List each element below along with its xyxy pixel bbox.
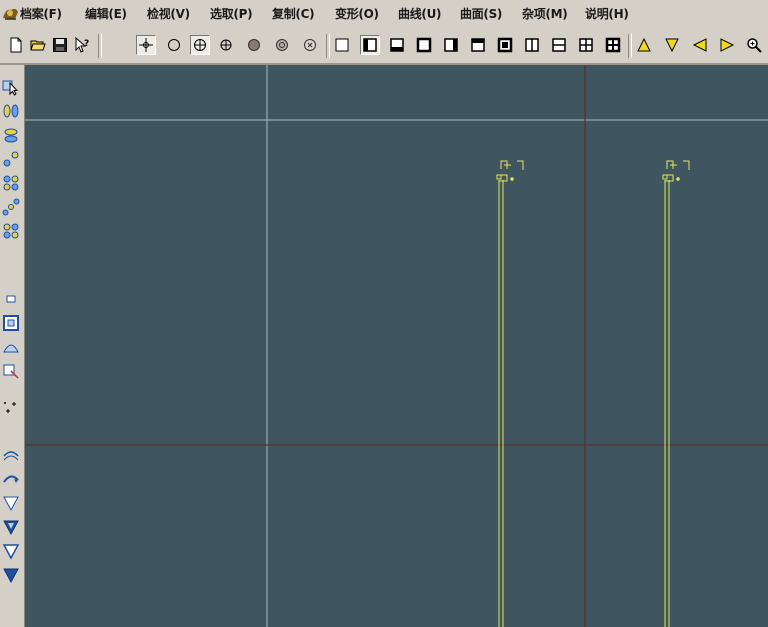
triangle-solid-icon[interactable] — [1, 565, 21, 585]
menu-select[interactable]: 选取(P) — [210, 7, 253, 22]
help-pointer-icon[interactable]: ? — [72, 35, 92, 55]
quad-view-bold-icon[interactable] — [603, 35, 623, 55]
arrow-right-icon[interactable] — [717, 35, 737, 55]
view-back-icon[interactable] — [495, 35, 515, 55]
svg-text:?: ? — [84, 39, 89, 49]
open-folder-icon[interactable] — [28, 35, 48, 55]
view-top-icon[interactable] — [468, 35, 488, 55]
filled-dot-icon[interactable] — [244, 35, 264, 55]
view-right-icon[interactable] — [441, 35, 461, 55]
toolbar-separator — [628, 34, 632, 58]
point-cloud-icon[interactable] — [1, 397, 21, 417]
grid-snap-icon[interactable] — [216, 35, 236, 55]
quad-view-icon[interactable] — [576, 35, 596, 55]
main-toolbar: ? — [0, 30, 768, 65]
modeling-viewport[interactable] — [25, 65, 768, 627]
circle-snap-icon[interactable] — [164, 35, 184, 55]
curve-object-left[interactable] — [496, 160, 524, 627]
sphere-icon[interactable] — [272, 35, 292, 55]
menu-copy[interactable]: 复制(C) — [272, 7, 315, 22]
view-left-icon[interactable] — [360, 35, 380, 55]
small-rect-icon[interactable] — [1, 289, 21, 309]
menu-transform[interactable]: 变形(O) — [335, 7, 379, 22]
zoom-icon[interactable] — [744, 35, 764, 55]
edit-point-icon[interactable] — [1, 361, 21, 381]
arrow-left-icon[interactable] — [690, 35, 710, 55]
view-square-icon[interactable] — [414, 35, 434, 55]
surface-arc-icon[interactable] — [1, 469, 21, 489]
viewport-canvas — [25, 65, 768, 627]
split-vertical-icon[interactable] — [522, 35, 542, 55]
cv-diagonal-icon[interactable] — [1, 149, 21, 169]
toolbar-separator — [98, 34, 102, 58]
toolbar-separator — [326, 34, 330, 58]
menu-view[interactable]: 检视(V) — [147, 7, 190, 22]
menu-help[interactable]: 说明(H) — [585, 7, 629, 22]
arrow-up-icon[interactable] — [634, 35, 654, 55]
menu-surface[interactable]: 曲面(S) — [460, 7, 502, 22]
point-group-icon[interactable] — [1, 101, 21, 121]
tool-palette — [0, 65, 25, 627]
new-file-icon[interactable] — [6, 35, 26, 55]
surface-wave-icon[interactable] — [1, 445, 21, 465]
app-logo-icon[interactable] — [2, 6, 19, 21]
select-cursor-icon[interactable] — [1, 77, 21, 97]
cv-grid-icon[interactable] — [1, 173, 21, 193]
snap-point-icon[interactable] — [136, 35, 156, 55]
rotate-icon[interactable] — [300, 35, 320, 55]
menu-misc[interactable]: 杂项(M) — [522, 7, 568, 22]
triangle-down-filled-icon[interactable] — [1, 517, 21, 537]
menu-curve[interactable]: 曲线(U) — [398, 7, 442, 22]
center-snap-icon[interactable] — [190, 35, 210, 55]
save-icon[interactable] — [50, 35, 70, 55]
menu-edit[interactable]: 编辑(E) — [85, 7, 127, 22]
dome-shape-icon[interactable] — [1, 337, 21, 357]
menu-bar: 档案(F) 编辑(E) 检视(V) 选取(P) 复制(C) 变形(O) 曲线(U… — [0, 0, 768, 31]
split-horizontal-icon[interactable] — [549, 35, 569, 55]
triangle-down-icon[interactable] — [1, 493, 21, 513]
triangle-outline-icon[interactable] — [1, 541, 21, 561]
frame-rect-icon[interactable] — [1, 313, 21, 333]
cv-chain-icon[interactable] — [1, 197, 21, 217]
view-single-icon[interactable] — [332, 35, 352, 55]
curve-object-right[interactable] — [662, 160, 690, 627]
cv-ring-icon[interactable] — [1, 221, 21, 241]
stacked-ovals-icon[interactable] — [1, 125, 21, 145]
arrow-down-icon[interactable] — [662, 35, 682, 55]
view-bottom-icon[interactable] — [387, 35, 407, 55]
menu-file[interactable]: 档案(F) — [20, 7, 62, 22]
